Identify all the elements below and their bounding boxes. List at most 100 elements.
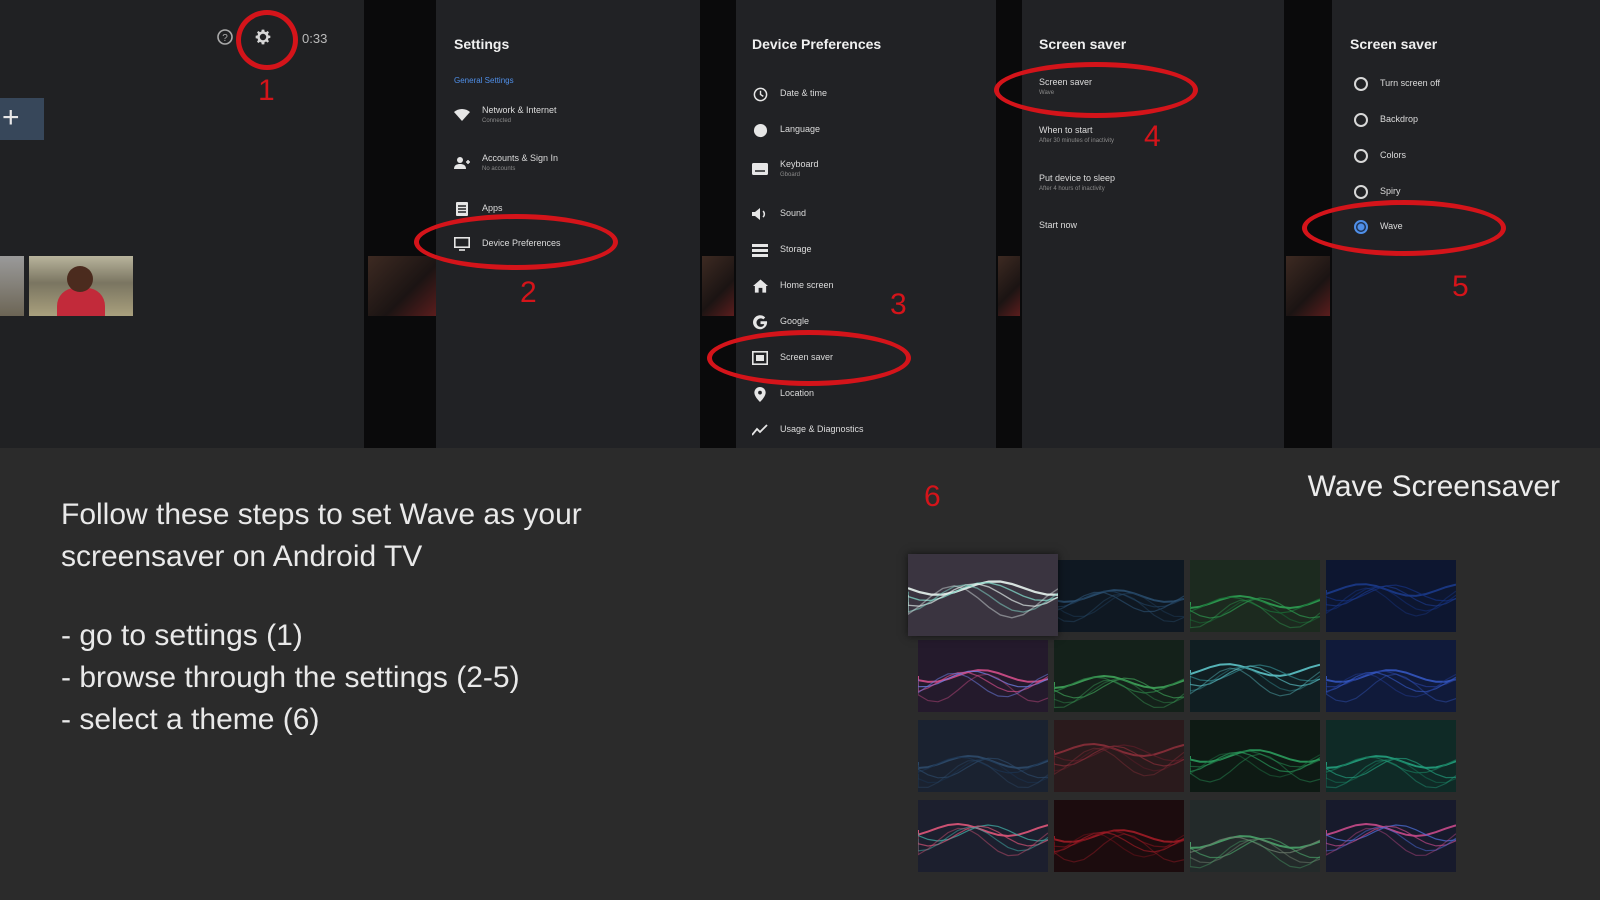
instruction-step: - browse through the settings (2-5): [61, 661, 520, 694]
prefs-item-location[interactable]: Location: [752, 386, 814, 402]
person-figure: [57, 288, 105, 316]
screensaver-item-when-to-start[interactable]: When to start After 30 minutes of inactiv…: [1039, 125, 1114, 144]
page-root: ? 0:33 1 + Settings General Settings Net…: [0, 0, 1600, 900]
prefs-item-label: Date & time: [780, 88, 828, 99]
prefs-item-label: Usage & Diagnostics: [780, 424, 864, 435]
step-5-label: 5: [1452, 270, 1469, 303]
screen-saver-title: Screen saver: [1039, 36, 1127, 52]
prefs-item-label: Sound: [780, 208, 807, 219]
step-4-label: 4: [1144, 120, 1161, 153]
backdrop-thumbnail: [1286, 256, 1330, 316]
accounts-icon: [454, 155, 470, 171]
settings-item-accounts[interactable]: Accounts & Sign In No accounts: [454, 153, 558, 172]
theme-thumbnail[interactable]: [1054, 560, 1184, 632]
screensaver-item-label: Start now: [1039, 220, 1078, 230]
prefs-item-language[interactable]: Language: [752, 122, 820, 138]
prefs-item-label: Google: [780, 316, 810, 327]
prefs-item-sound[interactable]: Sound: [752, 206, 806, 222]
prefs-item-label: Keyboard: [780, 159, 819, 169]
gallery-title: Wave Screensaver: [1307, 470, 1560, 503]
theme-thumbnail[interactable]: [1054, 800, 1184, 872]
option-backdrop[interactable]: Backdrop: [1354, 113, 1418, 127]
channel-thumbnail[interactable]: [0, 256, 24, 316]
backdrop-thumbnail: [998, 256, 1020, 316]
option-colors[interactable]: Colors: [1354, 149, 1406, 163]
radio-button[interactable]: [1354, 185, 1368, 199]
step-1-label: 1: [258, 74, 275, 107]
theme-thumbnail[interactable]: [1190, 800, 1320, 872]
screensaver-item-sleep[interactable]: Put device to sleep After 4 hours of inac…: [1039, 173, 1116, 192]
radio-button[interactable]: [1354, 149, 1368, 163]
screensaver-item-label: Put device to sleep: [1039, 173, 1116, 183]
theme-thumbnail[interactable]: [1326, 560, 1456, 632]
theme-thumbnail[interactable]: [1190, 560, 1320, 632]
option-spiry[interactable]: Spiry: [1354, 185, 1401, 199]
settings-item-sub: Connected: [482, 117, 512, 124]
home-screen-panel: ? 0:33 1 +: [0, 0, 364, 448]
option-label: Turn screen off: [1380, 78, 1441, 89]
prefs-item-label: Storage: [780, 244, 812, 255]
theme-thumbnail[interactable]: [918, 640, 1048, 712]
step-3-highlight: [707, 330, 911, 386]
device-preferences-title: Device Preferences: [752, 36, 882, 52]
theme-thumbnail[interactable]: [918, 800, 1048, 872]
instruction-step: - select a theme (6): [61, 703, 320, 736]
prefs-item-usage-diagnostics[interactable]: Usage & Diagnostics: [752, 422, 864, 438]
radio-button[interactable]: [1354, 113, 1368, 127]
instructions-section: Follow these steps to set Wave as your s…: [0, 452, 1600, 900]
prefs-item-label: Language: [780, 124, 821, 135]
step-2-label: 2: [520, 276, 537, 309]
theme-thumbnail[interactable]: [1190, 640, 1320, 712]
prefs-item-date-time[interactable]: Date & time: [752, 86, 827, 102]
globe-icon: [752, 122, 768, 138]
theme-thumbnail[interactable]: [1054, 640, 1184, 712]
settings-walkthrough-strip: ? 0:33 1 + Settings General Settings Net…: [0, 0, 1600, 448]
settings-panel: Settings General Settings Network & Inte…: [414, 0, 700, 448]
screensaver-item-start-now[interactable]: Start now: [1039, 220, 1078, 231]
step-4-highlight: [994, 62, 1198, 118]
radio-button[interactable]: [1354, 77, 1368, 91]
option-label: Colors: [1380, 150, 1407, 161]
theme-thumbnail[interactable]: [1326, 640, 1456, 712]
svg-text:?: ?: [222, 33, 228, 44]
theme-thumbnail[interactable]: [908, 554, 1058, 636]
clock-icon: [752, 86, 768, 102]
step-1-highlight: [236, 10, 298, 70]
step-2-highlight: [414, 214, 618, 270]
backdrop-strip: [364, 0, 436, 448]
theme-thumbnail[interactable]: [1326, 720, 1456, 792]
google-icon: [752, 314, 768, 330]
general-settings-subhead: General Settings: [454, 76, 514, 85]
prefs-item-label: Home screen: [780, 280, 834, 291]
location-icon: [752, 386, 768, 402]
step-6-label: 6: [924, 480, 941, 513]
settings-item-network[interactable]: Network & Internet Connected: [454, 105, 557, 124]
help-icon[interactable]: ?: [216, 28, 234, 51]
option-label: Backdrop: [1380, 114, 1419, 125]
option-turn-screen-off[interactable]: Turn screen off: [1354, 77, 1440, 91]
screen-saver-options-title: Screen saver: [1350, 36, 1438, 52]
home-icon: [752, 278, 768, 294]
keyboard-icon: [752, 161, 768, 177]
instructions-intro: Follow these steps to set Wave as your s…: [61, 498, 582, 573]
wifi-icon: [454, 107, 470, 123]
settings-item-label: Apps: [482, 203, 503, 214]
theme-thumbnail[interactable]: [1326, 800, 1456, 872]
prefs-item-home-screen[interactable]: Home screen: [752, 278, 834, 294]
channel-thumbnail[interactable]: [29, 256, 133, 316]
screen-saver-options-panel: Screen saver Turn screen off Backdrop Co…: [1302, 0, 1600, 448]
add-button[interactable]: +: [0, 98, 44, 140]
backdrop-strip: [996, 0, 1022, 448]
backdrop-thumbnail: [702, 256, 734, 316]
prefs-item-label: Location: [780, 388, 815, 399]
device-preferences-panel: Device Preferences Date & time Language …: [707, 0, 996, 448]
theme-thumbnail[interactable]: [918, 720, 1048, 792]
theme-thumbnail[interactable]: [1054, 720, 1184, 792]
prefs-item-storage[interactable]: Storage: [752, 242, 812, 258]
theme-thumbnail[interactable]: [1190, 720, 1320, 792]
backdrop-thumbnail: [368, 256, 436, 316]
prefs-item-google[interactable]: Google: [752, 314, 809, 330]
prefs-item-keyboard[interactable]: Keyboard Gboard: [752, 159, 819, 178]
screensaver-item-sub: After 4 hours of inactivity: [1039, 185, 1105, 192]
apps-icon: [454, 201, 470, 217]
